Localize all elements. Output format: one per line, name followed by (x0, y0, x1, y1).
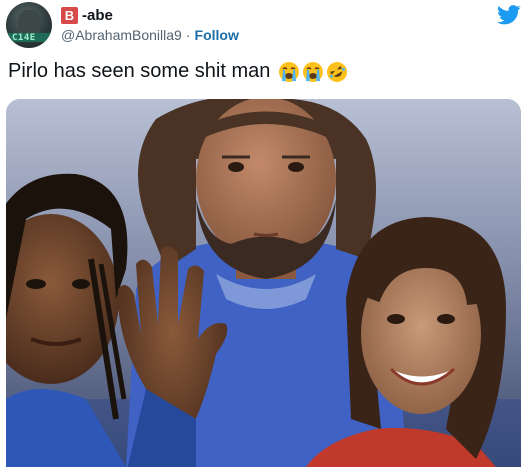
tweet-media-photo[interactable] (6, 99, 521, 467)
avatar[interactable]: C14E (6, 2, 52, 48)
separator-dot: · (185, 27, 191, 43)
loudly-crying-face-icon (303, 61, 324, 82)
tweet-text: Pirlo has seen some shit man (8, 60, 271, 82)
loudly-crying-face-icon (279, 61, 300, 82)
author-name-row[interactable]: B -abe (61, 4, 113, 26)
display-name[interactable]: -abe (82, 7, 113, 24)
rolling-on-floor-laughing-icon (327, 61, 348, 82)
meme-photo-illustration (6, 99, 521, 467)
avatar-tag: C14E (12, 33, 36, 43)
tweet-text-row: Pirlo has seen some shit man (8, 60, 348, 83)
handle-row: @AbrahamBonilla9 · Follow (61, 27, 239, 43)
follow-button[interactable]: Follow (195, 27, 239, 43)
author-handle[interactable]: @AbrahamBonilla9 (61, 27, 182, 43)
badge-icon: B (61, 6, 78, 24)
twitter-bird-icon[interactable] (497, 5, 521, 25)
